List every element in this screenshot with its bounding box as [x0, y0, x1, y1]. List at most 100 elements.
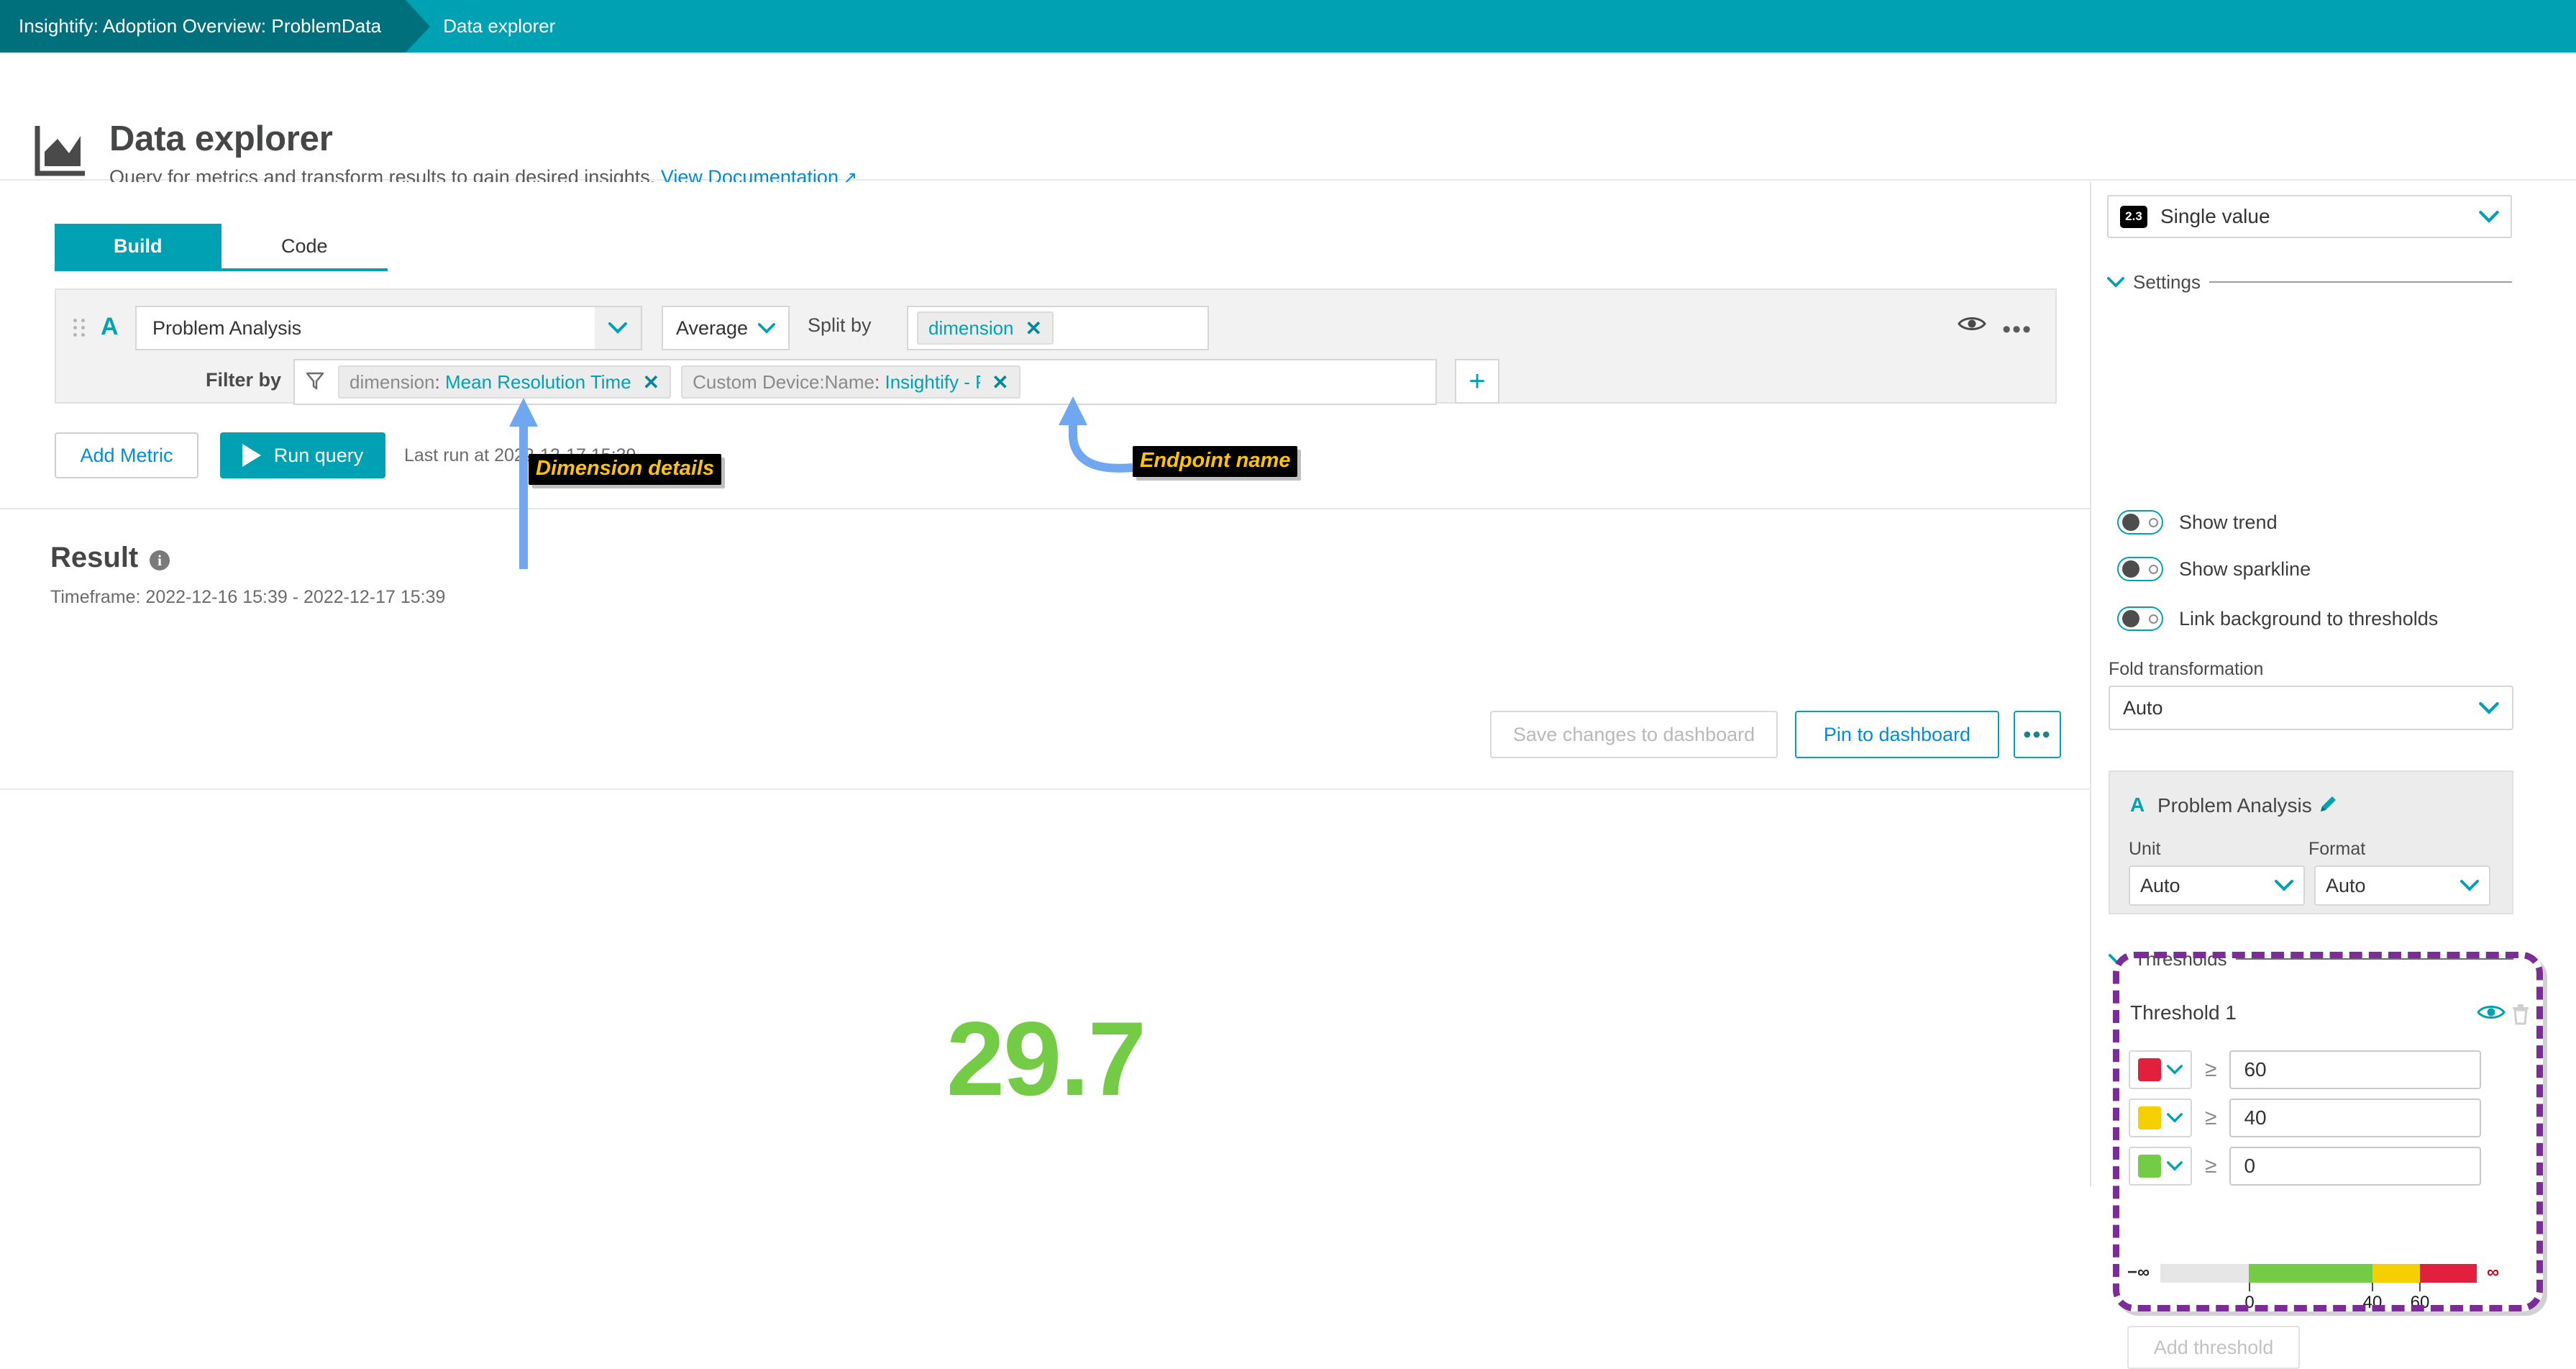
filter-by-label: Filter by [206, 369, 282, 391]
scale-tick [2249, 1283, 2250, 1291]
filter-chip-key: dimension [350, 370, 435, 393]
threshold-color-picker[interactable] [2129, 1050, 2192, 1089]
fold-transformation-select[interactable]: Auto [2109, 686, 2513, 730]
annotation-endpoint-name: Endpoint name [1133, 446, 1298, 477]
divider [0, 788, 2091, 790]
scale-tick-label: 0 [2244, 1293, 2255, 1312]
filter-chip-value: Mean Resolution Time [444, 370, 631, 393]
annotation-dimension-details: Dimension details [529, 454, 722, 485]
add-metric-button[interactable]: Add Metric [55, 432, 198, 478]
chevron-down-icon [758, 322, 776, 334]
split-by-field[interactable]: dimension ✕ [907, 306, 1209, 350]
threshold-operator: ≥ [2205, 1058, 2217, 1081]
fold-transformation-value: Auto [2123, 696, 2163, 719]
threshold-value-input[interactable]: 60 [2229, 1050, 2482, 1089]
threshold-value-input[interactable]: 40 [2229, 1099, 2482, 1137]
metric-format-box: A Problem Analysis Unit Format Auto Auto [2109, 770, 2513, 914]
threshold-color-picker[interactable] [2129, 1099, 2192, 1137]
metric-name-label: Problem Analysis [2157, 794, 2312, 817]
setting-link-background-to-thresholds[interactable]: Link background to thresholds [2117, 606, 2438, 631]
filter-chip-dimension[interactable]: dimension: Mean Resolution Time ✕ [338, 365, 672, 399]
threshold-gradient-bar [2160, 1264, 2477, 1283]
thresholds-section-header[interactable]: Thresholds [2109, 948, 2513, 970]
divider [2209, 281, 2512, 283]
scale-min-label: −∞ [2127, 1263, 2150, 1282]
breadcrumb-parent[interactable]: Insightify: Adoption Overview: ProblemDa… [0, 0, 431, 53]
toggle-show-sparkline[interactable] [2117, 557, 2163, 581]
close-icon[interactable]: ✕ [1026, 317, 1042, 340]
chevron-down-icon[interactable] [595, 307, 641, 349]
breadcrumb-current-label: Data explorer [443, 15, 556, 37]
visualization-type-value: Single value [2160, 205, 2270, 227]
aggregation-select[interactable]: Average [662, 306, 790, 350]
chevron-down-icon [2275, 880, 2293, 891]
format-select[interactable]: Auto [2314, 865, 2490, 906]
edit-pencil-icon[interactable] [2317, 793, 2339, 819]
chevron-down-icon [2107, 276, 2124, 288]
filter-chip-value: Insightify - ProblemData [885, 370, 980, 393]
divider [0, 508, 2091, 509]
threshold-value-input[interactable]: 0 [2229, 1147, 2482, 1186]
page-title: Data explorer [109, 119, 333, 158]
toggle-link-background[interactable] [2117, 606, 2163, 631]
toggle-show-trend[interactable] [2117, 510, 2163, 535]
metric-select[interactable]: Problem Analysis [135, 306, 642, 350]
visibility-eye-icon[interactable] [1958, 314, 1986, 337]
filter-funnel-icon [305, 370, 325, 394]
close-icon[interactable]: ✕ [643, 370, 659, 394]
color-swatch [2138, 1155, 2161, 1178]
chevron-down-icon [2167, 1065, 2183, 1075]
scale-tick [2372, 1283, 2373, 1291]
save-changes-to-dashboard-button[interactable]: Save changes to dashboard [1490, 711, 1778, 758]
unit-select[interactable]: Auto [2129, 865, 2305, 906]
split-by-chip-label: dimension [928, 317, 1014, 339]
add-filter-button[interactable]: + [1455, 359, 1499, 404]
settings-section-header[interactable]: Settings [2107, 271, 2512, 293]
builder-tabs: Build Code [55, 224, 388, 271]
scale-segment-red [2419, 1264, 2477, 1283]
scale-segment-yellow [2372, 1264, 2420, 1283]
breadcrumb-parent-label: Insightify: Adoption Overview: ProblemDa… [19, 15, 382, 37]
setting-show-trend[interactable]: Show trend [2117, 510, 2278, 535]
tab-code[interactable]: Code [221, 224, 388, 268]
unit-value: Auto [2140, 874, 2180, 896]
threshold-row: ≥ 60 [2129, 1050, 2482, 1089]
chart-area-icon [33, 123, 86, 176]
threshold-visibility-eye-icon[interactable] [2477, 1003, 2506, 1025]
split-by-chip[interactable]: dimension ✕ [917, 311, 1054, 345]
info-icon[interactable]: i [150, 550, 170, 570]
chevron-down-icon [2479, 210, 2499, 223]
filter-chip-device-name[interactable]: Custom Device:Name: Insightify - Problem… [681, 365, 1020, 399]
drag-handle-icon[interactable] [73, 319, 86, 337]
play-icon [242, 444, 261, 467]
chevron-down-icon [2109, 953, 2126, 965]
metric-letter-badge: A [101, 313, 119, 340]
metric-more-options-button[interactable]: ••• [2002, 316, 2032, 344]
pin-to-dashboard-button[interactable]: Pin to dashboard [1795, 711, 1999, 758]
add-threshold-button[interactable]: Add threshold [2127, 1326, 2300, 1369]
color-swatch [2138, 1106, 2161, 1129]
threshold-row: ≥ 40 [2129, 1099, 2482, 1137]
threshold-operator: ≥ [2205, 1154, 2217, 1178]
chevron-down-icon [2479, 701, 2499, 714]
result-more-options-button[interactable]: ••• [2014, 711, 2061, 758]
query-builder-card: A Problem Analysis Average Split by dime… [55, 288, 2057, 405]
setting-show-sparkline[interactable]: Show sparkline [2117, 557, 2311, 581]
close-icon[interactable]: ✕ [992, 370, 1008, 394]
single-value-icon: 2.3 [2120, 205, 2147, 228]
settings-label: Settings [2133, 270, 2201, 293]
metric-letter-badge: A [2130, 793, 2145, 816]
scale-tick [2419, 1283, 2421, 1291]
threshold-delete-trash-icon[interactable] [2510, 1002, 2531, 1029]
format-label: Format [2308, 839, 2366, 859]
chevron-down-icon [2167, 1113, 2183, 1123]
filter-field[interactable]: dimension: Mean Resolution Time ✕ Custom… [293, 359, 1437, 405]
tab-build[interactable]: Build [55, 224, 221, 268]
visualization-type-select[interactable]: 2.3 Single value [2107, 195, 2512, 238]
run-query-button[interactable]: Run query [220, 432, 385, 478]
result-heading: Result [50, 542, 139, 573]
scale-segment-below [2160, 1264, 2250, 1283]
main-content: Build Code A Problem Analysis Average Sp… [0, 182, 2091, 1187]
breadcrumb-bar: Insightify: Adoption Overview: ProblemDa… [0, 0, 2576, 53]
threshold-color-picker[interactable] [2129, 1147, 2192, 1186]
